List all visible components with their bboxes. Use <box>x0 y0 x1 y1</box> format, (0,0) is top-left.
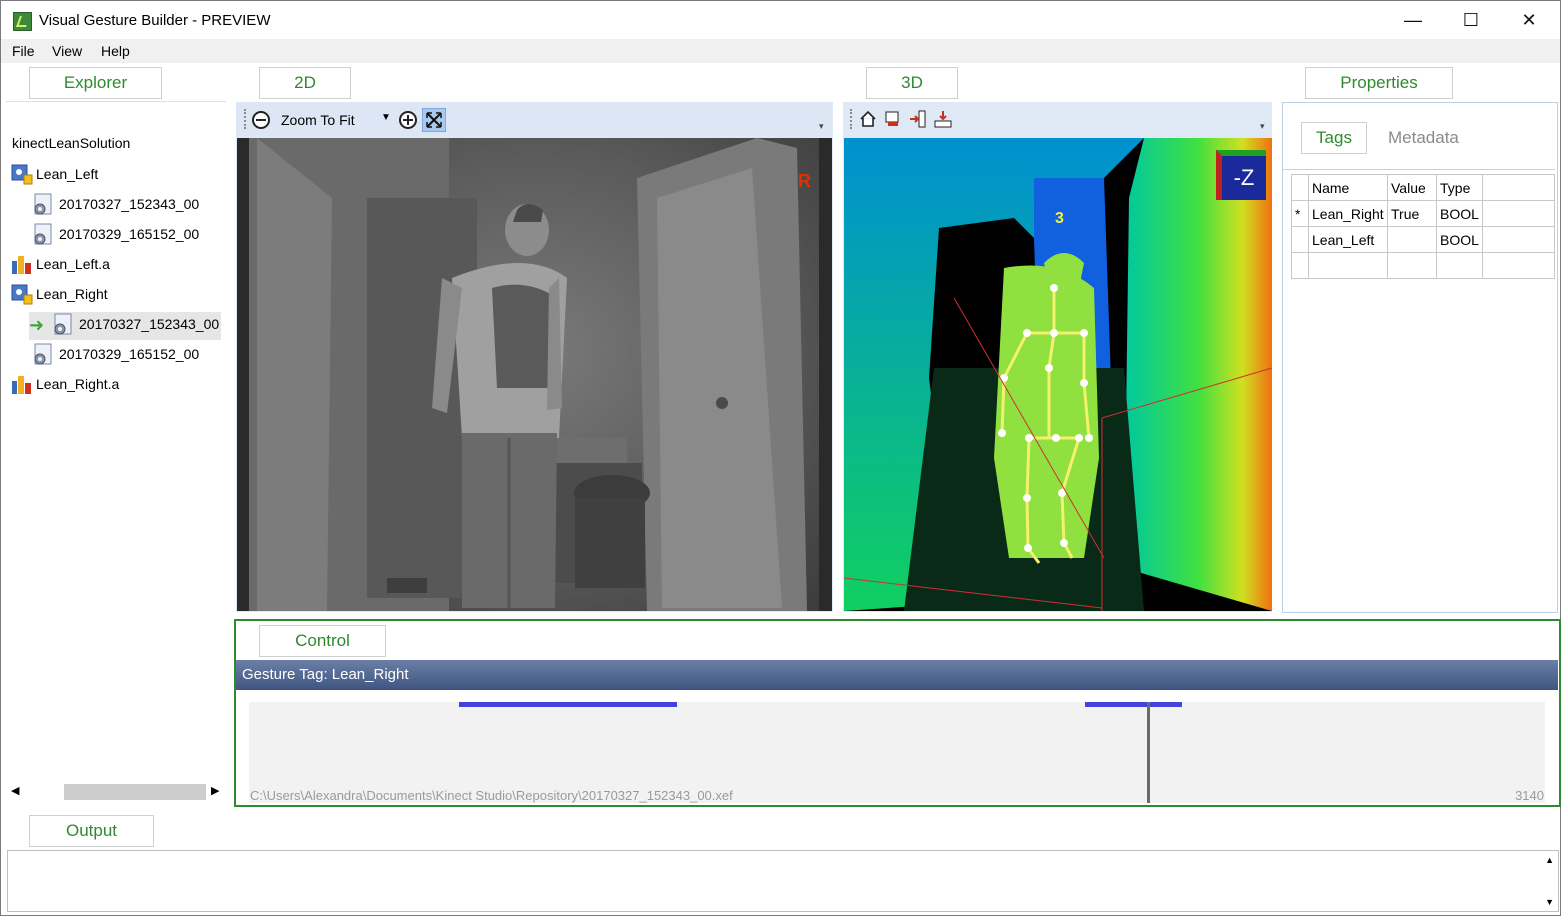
infrared-scene <box>237 138 832 611</box>
close-button[interactable]: ✕ <box>1500 1 1558 39</box>
infrared-camera-view[interactable]: R <box>237 138 832 611</box>
tag-type-cell <box>1436 252 1483 279</box>
tag-range-bar[interactable] <box>1085 702 1182 707</box>
tab-control[interactable]: Control <box>259 625 386 657</box>
maximize-button[interactable]: ☐ <box>1442 1 1500 39</box>
menu-file[interactable]: File <box>12 43 35 59</box>
toolbar-grip[interactable] <box>850 109 854 129</box>
table-row[interactable]: Lean_Left BOOL <box>1291 226 1556 253</box>
column-header-filler <box>1481 174 1556 201</box>
chevron-down-icon: ▼ <box>381 112 391 123</box>
tag-type-cell: BOOL <box>1436 200 1483 227</box>
tree-item-label: 20170327_152343_00 <box>59 196 200 212</box>
orientation-cube-icon[interactable]: -Z <box>1216 150 1266 200</box>
tab-output[interactable]: Output <box>29 815 154 847</box>
zoom-select[interactable]: Zoom To Fit ▼ <box>275 109 393 131</box>
scroll-up-button[interactable]: ▲ <box>1545 855 1554 865</box>
tab-properties[interactable]: Properties <box>1305 67 1453 99</box>
playhead-marker[interactable] <box>1147 702 1150 803</box>
pointcloud-scene <box>844 138 1272 611</box>
gesture-tag-label: Gesture Tag: Lean_Right <box>242 666 409 683</box>
tab-explorer[interactable]: Explorer <box>29 67 162 99</box>
zoom-out-icon[interactable] <box>251 110 271 130</box>
camera-view-icon[interactable] <box>884 110 902 128</box>
body-index-label: 3 <box>1055 210 1064 227</box>
row-marker: * <box>1291 200 1309 227</box>
row-marker-header <box>1291 174 1309 201</box>
gesture-tag-header: Gesture Tag: Lean_Right <box>236 660 1558 690</box>
app-logo-icon <box>13 12 32 31</box>
depth-pointcloud-view[interactable]: -Z 3 <box>844 138 1272 611</box>
menu-view[interactable]: View <box>52 43 82 59</box>
timeline-track[interactable]: C:\Users\Alexandra\Documents\Kinect Stud… <box>249 702 1545 803</box>
toolbar-grip[interactable] <box>244 109 248 129</box>
clip-file-icon <box>34 193 52 215</box>
zoom-in-icon[interactable] <box>398 110 418 130</box>
menu-bar <box>1 39 1560 63</box>
horizontal-scrollbar-thumb[interactable] <box>64 784 206 800</box>
column-header-type[interactable]: Type <box>1436 174 1483 201</box>
toolbar-overflow-icon[interactable]: ▾ <box>1260 121 1265 132</box>
top-view-icon[interactable] <box>934 110 952 128</box>
clip-file-icon <box>54 313 72 335</box>
output-console[interactable]: ▲ ▼ <box>7 850 1559 912</box>
tree-item-label: Lean_Right.a <box>36 376 120 392</box>
tag-value-cell[interactable] <box>1387 252 1437 279</box>
fit-to-window-icon[interactable] <box>422 108 446 132</box>
clip-file-path: C:\Users\Alexandra\Documents\Kinect Stud… <box>250 788 733 803</box>
tag-range-bar[interactable] <box>459 702 677 707</box>
zoom-select-value: Zoom To Fit <box>281 112 355 128</box>
toolbar-overflow-icon[interactable]: ▾ <box>819 121 824 132</box>
tags-table-header: Name Value Type <box>1291 174 1556 201</box>
clip-file-icon <box>34 343 52 365</box>
tag-name-cell[interactable]: Lean_Left <box>1308 226 1388 253</box>
tag-value-cell[interactable]: True <box>1387 200 1437 227</box>
tree-item-label: 20170327_152343_00 <box>79 316 220 332</box>
tab-metadata[interactable]: Metadata <box>1388 128 1459 148</box>
tab-3d[interactable]: 3D <box>866 67 958 99</box>
database-icon <box>12 376 31 394</box>
gesture-project-icon <box>11 164 33 185</box>
scroll-left-button[interactable]: ◀ <box>11 784 19 797</box>
app-window: Visual Gesture Builder - PREVIEW — ☐ ✕ F… <box>0 0 1561 916</box>
column-header-name[interactable]: Name <box>1308 174 1388 201</box>
row-marker <box>1291 226 1309 253</box>
scroll-down-button[interactable]: ▼ <box>1545 897 1554 907</box>
clip-file-icon <box>34 223 52 245</box>
tree-item-label: Lean_Left <box>36 166 99 182</box>
row-marker <box>1291 252 1309 279</box>
database-icon <box>12 256 31 274</box>
tree-item-label: Lean_Left.a <box>36 256 110 272</box>
tags-table: Name Value Type * Lean_Right True BOOL L… <box>1291 174 1556 279</box>
current-arrow-icon: ➜ <box>29 315 45 335</box>
frame-count: 3140 <box>1515 788 1544 803</box>
properties-divider <box>1283 169 1555 170</box>
filler-cell <box>1481 252 1556 279</box>
tree-item-clip-selected[interactable]: ➜ 20170327_152343_00 <box>29 312 221 340</box>
column-header-value[interactable]: Value <box>1387 174 1437 201</box>
home-view-icon[interactable] <box>859 110 877 128</box>
table-row-new[interactable] <box>1291 252 1556 279</box>
tag-name-cell[interactable] <box>1308 252 1388 279</box>
tab-tags[interactable]: Tags <box>1301 122 1367 154</box>
tree-item-label: 20170329_165152_00 <box>59 346 200 362</box>
side-view-icon[interactable] <box>909 110 927 128</box>
tag-value-cell[interactable] <box>1387 226 1437 253</box>
window-title: Visual Gesture Builder - PREVIEW <box>39 12 271 29</box>
tag-type-cell: BOOL <box>1436 226 1483 253</box>
filler-cell <box>1481 200 1556 227</box>
solution-node[interactable]: kinectLeanSolution <box>12 132 130 154</box>
tag-name-cell[interactable]: Lean_Right <box>1308 200 1388 227</box>
tree-item-label: 20170329_165152_00 <box>59 226 200 242</box>
menu-help[interactable]: Help <box>101 43 130 59</box>
minimize-button[interactable]: — <box>1384 1 1442 39</box>
recording-badge: R <box>798 171 811 191</box>
explorer-divider <box>6 101 226 102</box>
filler-cell <box>1481 226 1556 253</box>
tree-item-label: Lean_Right <box>36 286 108 302</box>
scroll-right-button[interactable]: ▶ <box>211 784 219 797</box>
gesture-project-icon <box>11 284 33 305</box>
tab-2d[interactable]: 2D <box>259 67 351 99</box>
table-row[interactable]: * Lean_Right True BOOL <box>1291 200 1556 227</box>
